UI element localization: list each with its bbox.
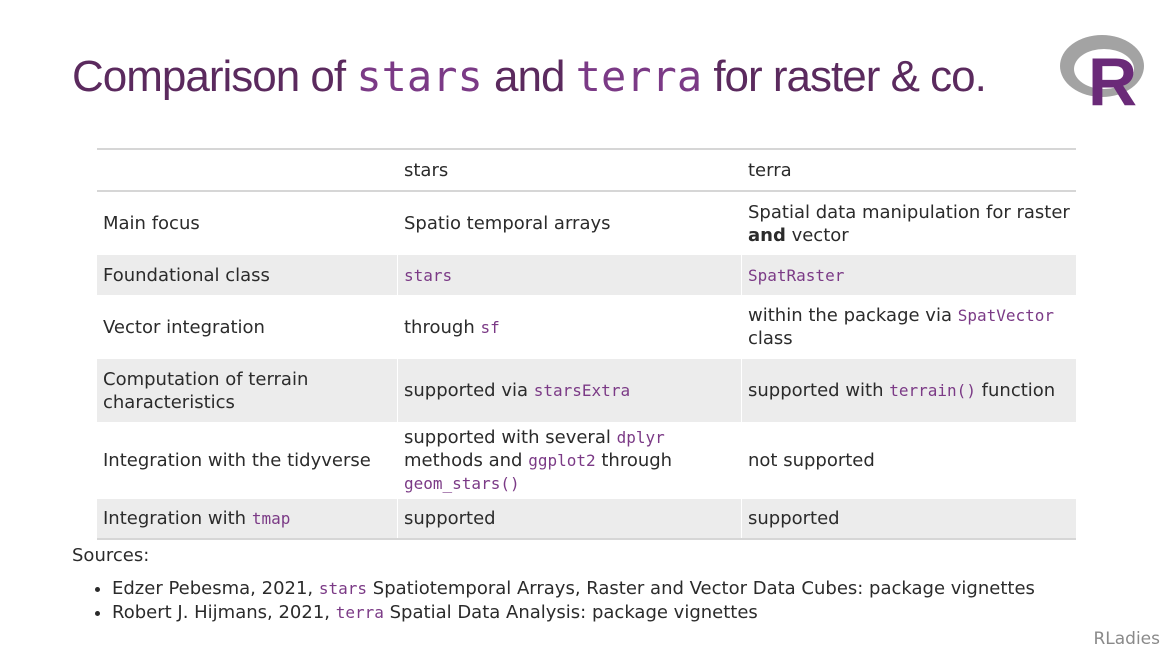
cell-text: supported with (748, 380, 890, 401)
table-header-stars: stars (397, 149, 742, 191)
table-header-row: stars terra (97, 149, 1076, 191)
cell-text: through (404, 316, 481, 338)
table-row: Vector integration through sf within the… (97, 295, 1076, 359)
title-text: for raster & co. (702, 52, 987, 101)
r-logo-letter: R (1088, 44, 1137, 110)
r-logo-icon: R (1060, 35, 1144, 110)
stars-cell: supported with several dplyr methods and… (397, 422, 742, 499)
code-text: starsExtra (533, 381, 631, 400)
table-header-terra: terra (741, 149, 1076, 191)
code-text: sf (480, 317, 500, 337)
row-label: Main focus (103, 213, 200, 234)
cell-bold-text: and (748, 224, 786, 246)
list-item: Robert J. Hijmans, 2021, terra Spatial D… (112, 601, 1035, 625)
stars-cell: stars (397, 255, 742, 295)
cell-text: vector (785, 224, 849, 246)
cell-text: methods and (404, 450, 529, 471)
code-text: terra (335, 603, 384, 622)
terra-cell: supported with terrain() function (741, 359, 1076, 422)
page-title: Comparison of stars and terra for raster… (72, 52, 987, 102)
terra-cell: Spatial data manipulation for raster and… (741, 191, 1076, 255)
cell-text: class (748, 328, 793, 349)
sources-label: Sources: (72, 545, 150, 566)
stars-cell: supported via starsExtra (397, 359, 742, 422)
row-label: Foundational class (97, 255, 398, 295)
code-text: tmap (251, 509, 291, 528)
comparison-table: stars terra Main focus Spatio temporal a… (97, 148, 1076, 540)
table-header-empty (97, 149, 398, 191)
table-row: Main focus Spatio temporal arrays Spatia… (97, 191, 1076, 255)
title-text: Comparison of (72, 52, 357, 101)
source-text: Robert J. Hijmans, 2021, (112, 602, 336, 623)
sources-list: Edzer Pebesma, 2021, stars Spatiotempora… (72, 577, 1035, 625)
stars-cell: through sf (397, 295, 742, 359)
footer-brand: RLadies (1093, 629, 1160, 649)
cell-text: Spatial data manipulation for raster (748, 201, 1070, 223)
source-text: Spatiotemporal Arrays, Raster and Vector… (367, 578, 1035, 599)
code-text: terrain() (889, 381, 976, 400)
code-text: dplyr (616, 428, 665, 447)
cell-text: through (595, 450, 673, 471)
title-text: and (482, 52, 576, 101)
code-text: SpatVector (957, 306, 1055, 325)
source-text: Spatial Data Analysis: package vignettes (383, 602, 758, 623)
stars-cell: supported (397, 499, 742, 539)
code-text: SpatRaster (748, 265, 845, 285)
title-code-terra: terra (575, 52, 703, 101)
cell-text: within the package via (748, 305, 958, 326)
row-label: Vector integration (103, 316, 265, 338)
cell-text: supported via (404, 380, 534, 401)
cell-text: Integration with (103, 508, 252, 529)
terra-cell: SpatRaster (741, 255, 1076, 295)
terra-cell: within the package via SpatVector class (741, 295, 1076, 359)
row-label: Integration with tmap (97, 499, 398, 539)
row-label: Computation of terrain characteristics (97, 359, 398, 422)
cell-text: function (975, 380, 1056, 401)
code-text: stars (404, 265, 453, 285)
list-item: Edzer Pebesma, 2021, stars Spatiotempora… (112, 577, 1035, 601)
terra-cell: supported (741, 499, 1076, 539)
code-text: geom_stars() (404, 474, 520, 493)
table-row: Computation of terrain characteristics s… (97, 359, 1076, 422)
stars-cell: Spatio temporal arrays (397, 191, 742, 255)
code-text: ggplot2 (528, 451, 596, 470)
table-row: Integration with the tidyverse supported… (97, 422, 1076, 499)
title-code-stars: stars (356, 52, 483, 101)
row-label: Integration with the tidyverse (103, 450, 371, 471)
terra-cell: not supported (741, 422, 1076, 499)
source-text: Edzer Pebesma, 2021, (112, 578, 319, 599)
cell-text: supported with several (404, 427, 617, 448)
table-row: Integration with tmap supported supporte… (97, 499, 1076, 539)
table-row: Foundational class stars SpatRaster (97, 255, 1076, 295)
code-text: stars (318, 579, 368, 598)
